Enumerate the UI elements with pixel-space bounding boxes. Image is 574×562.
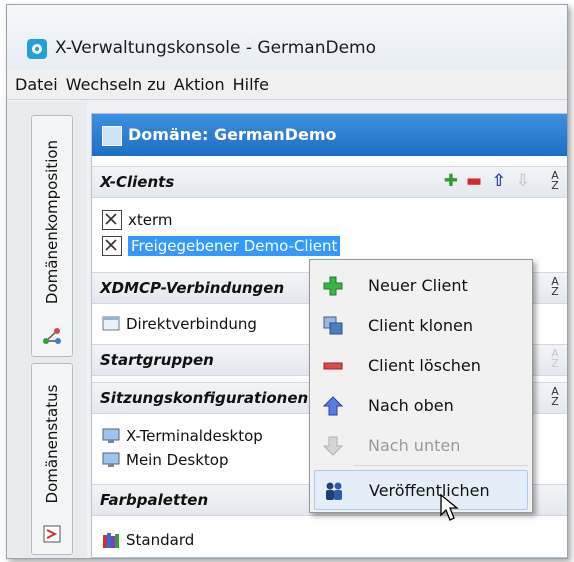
list-item-selected[interactable]: Freigegebener Demo-Client — [102, 234, 341, 258]
section-title: Farbpaletten — [100, 491, 209, 509]
arrow-down-icon — [322, 435, 344, 457]
panel-header-title: Domäne: GermanDemo — [128, 125, 337, 144]
menu-item-veroeffentlichen[interactable]: Veröffentlichen — [314, 470, 528, 510]
section-title: Startgruppen — [100, 351, 214, 369]
gear-app-icon[interactable] — [27, 39, 47, 59]
menu-item-label: Veröffentlichen — [369, 481, 490, 500]
network-icon — [42, 326, 62, 346]
item-label: xterm — [128, 211, 173, 229]
monitor-icon — [102, 427, 120, 445]
move-down-icon: ⇩ — [515, 171, 530, 191]
menu-wechseln-zu[interactable]: Wechseln zu — [62, 75, 170, 94]
menu-hilfe[interactable]: Hilfe — [229, 75, 273, 94]
green-plus-icon — [322, 275, 344, 297]
menu-item-label: Client löschen — [368, 356, 481, 375]
sort-z: Z — [551, 285, 559, 298]
x-client-icon — [102, 210, 122, 230]
menu-bar: Datei Wechseln zu Aktion Hilfe — [7, 69, 567, 100]
red-minus-icon — [322, 355, 344, 377]
app-window: X-Verwaltungskonsole - GermanDemo Datei … — [6, 4, 568, 559]
section-title: Sitzungskonfigurationen — [100, 389, 309, 407]
sort-z: Z — [551, 357, 559, 370]
people-icon — [323, 480, 345, 502]
menu-item-label: Neuer Client — [368, 276, 468, 295]
menu-item-client-loeschen[interactable]: Client löschen — [314, 346, 528, 384]
status-chart-icon — [42, 524, 62, 544]
list-item[interactable]: X-Terminaldesktop — [102, 424, 263, 448]
clone-icon — [322, 315, 344, 337]
sort-az-icon[interactable]: A Z — [548, 170, 562, 192]
add-icon[interactable]: ✚ — [444, 171, 458, 191]
menu-item-nach-unten: Nach unten — [314, 426, 528, 464]
menu-item-label: Client klonen — [368, 316, 474, 335]
tab-domaenenstatus-label: Domänenstatus — [43, 384, 61, 504]
title-bar: X-Verwaltungskonsole - GermanDemo — [7, 5, 567, 69]
connection-icon — [102, 315, 120, 333]
monitor-icon — [102, 451, 120, 469]
list-item[interactable]: Standard — [102, 528, 194, 552]
item-label: Mein Desktop — [126, 451, 229, 469]
section-title: X-Clients — [100, 173, 175, 191]
panel-header: Domäne: GermanDemo — [92, 114, 567, 156]
menu-item-neuer-client[interactable]: Neuer Client — [314, 266, 528, 304]
sort-z: Z — [551, 395, 559, 408]
section-title: XDMCP-Verbindungen — [100, 279, 285, 297]
menu-aktion[interactable]: Aktion — [170, 75, 229, 94]
tab-domaenenkomposition-label: Domänenkomposition — [43, 139, 61, 304]
mouse-cursor-icon — [439, 493, 465, 527]
item-label: Standard — [126, 531, 195, 549]
item-label: X-Terminaldesktop — [126, 427, 263, 445]
list-item[interactable]: xterm — [102, 208, 173, 232]
item-label: Freigegebener Demo-Client — [128, 236, 341, 256]
list-item[interactable]: Mein Desktop — [102, 448, 228, 472]
menu-separator — [354, 465, 528, 466]
sort-az-icon[interactable]: A Z — [548, 386, 562, 408]
item-label: Direktverbindung — [126, 315, 257, 333]
domain-icon — [102, 126, 122, 146]
sort-az-icon: A Z — [548, 348, 562, 370]
tab-domaenenkomposition[interactable]: Domänenkomposition — [31, 115, 73, 357]
menu-item-nach-oben[interactable]: Nach oben — [314, 386, 528, 424]
color-palette-icon — [102, 531, 120, 549]
window-title: X-Verwaltungskonsole - GermanDemo — [55, 38, 376, 58]
context-menu: Neuer Client Client klonen Client lösche… — [309, 259, 533, 513]
sort-z: Z — [551, 179, 559, 192]
vertical-tab-strip: Domänenkomposition Domänenstatus — [7, 101, 87, 558]
remove-icon[interactable]: ▬ — [466, 171, 482, 191]
list-item[interactable]: Direktverbindung — [102, 312, 257, 336]
tab-domaenenstatus[interactable]: Domänenstatus — [31, 363, 73, 555]
menu-item-label: Nach unten — [368, 436, 461, 455]
menu-item-label: Nach oben — [368, 396, 454, 415]
sort-az-icon[interactable]: A Z — [548, 276, 562, 298]
menu-item-client-klonen[interactable]: Client klonen — [314, 306, 528, 344]
menu-datei[interactable]: Datei — [11, 75, 62, 94]
move-up-icon[interactable]: ⇧ — [492, 171, 506, 191]
section-x-clients: X-Clients ✚ ▬ ⇧ ⇩ A Z — [92, 166, 567, 198]
arrow-up-icon — [322, 395, 344, 417]
x-client-icon — [102, 236, 122, 256]
